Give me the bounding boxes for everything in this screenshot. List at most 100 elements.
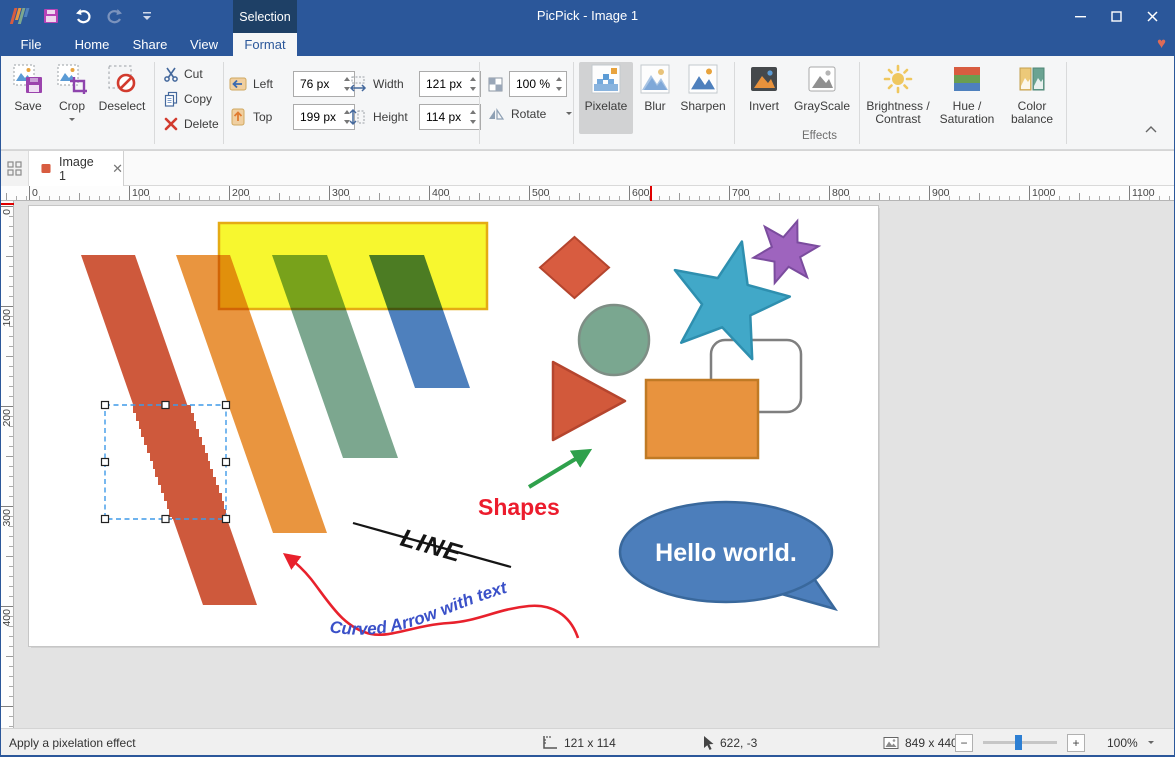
rotate-dropdown-caret[interactable]	[566, 112, 572, 118]
crop-button[interactable]: Crop	[51, 62, 93, 127]
copy-icon	[163, 91, 179, 107]
document-tabbar: Image 1 ✕	[1, 150, 1174, 186]
sharpen-button[interactable]: Sharpen	[677, 62, 729, 134]
line-label: LINE	[397, 524, 465, 568]
pixelate-button[interactable]: Pixelate	[579, 62, 633, 134]
height-spin-down[interactable]	[467, 117, 478, 128]
diamond-shape	[540, 237, 609, 298]
hue-saturation-button[interactable]: Hue / Saturation	[934, 62, 1000, 134]
titlebar: PicPick - Image 1 Selection	[1, 0, 1174, 33]
top-input[interactable]	[294, 105, 338, 129]
copy-label: Copy	[184, 92, 212, 106]
zoom-slider-thumb[interactable]	[1015, 735, 1022, 750]
ribbon-divider	[1066, 62, 1067, 144]
deselect-label: Deselect	[95, 100, 149, 113]
height-spinbox	[419, 104, 481, 130]
tab-close-icon[interactable]: ✕	[112, 161, 123, 177]
scale-spin-up[interactable]	[553, 73, 564, 84]
ribbon-divider	[479, 62, 480, 144]
context-tab-selection: Selection	[233, 0, 297, 33]
selection-size-value: 121 x 114	[564, 736, 616, 750]
menu-file[interactable]: File	[11, 33, 51, 56]
brightness-contrast-label: Brightness / Contrast	[864, 100, 932, 126]
hue-saturation-icon	[934, 62, 1000, 96]
grayscale-button[interactable]: GrayScale	[791, 62, 853, 134]
scale-spin-down[interactable]	[553, 84, 564, 95]
invert-button[interactable]: Invert	[741, 62, 787, 134]
ruler-cursor-marker-y	[1, 203, 14, 205]
top-position-icon	[229, 108, 247, 126]
left-spinbox	[293, 71, 355, 97]
zoom-out-button[interactable]: −	[955, 734, 973, 752]
effects-group-label: Effects	[573, 130, 1066, 142]
cut-label: Cut	[184, 67, 203, 81]
deselect-button[interactable]: Deselect	[95, 62, 149, 113]
blur-icon	[635, 62, 675, 96]
tab-image1[interactable]: Image 1 ✕	[29, 151, 124, 186]
selection-size-icon	[542, 735, 558, 750]
cursor-position-value: 622, -3	[720, 736, 757, 750]
sharpen-icon	[677, 62, 729, 96]
width-input[interactable]	[420, 72, 464, 96]
color-balance-button[interactable]: Color balance	[1004, 62, 1060, 134]
invert-icon	[741, 62, 787, 96]
pixelate-icon	[579, 62, 633, 96]
green-arrow	[529, 452, 587, 487]
yellow-highlight-rect	[219, 223, 487, 309]
grayscale-icon	[791, 62, 853, 96]
heart-icon[interactable]: ♥	[1157, 35, 1166, 52]
rotate-icon	[487, 106, 505, 122]
minimize-button[interactable]	[1062, 0, 1098, 33]
zoom-in-button[interactable]: +	[1067, 734, 1085, 752]
deselect-icon	[95, 62, 149, 96]
crop-dropdown-caret[interactable]	[69, 118, 75, 124]
cut-icon	[163, 66, 179, 82]
invert-label: Invert	[741, 100, 787, 113]
ribbon: Save Crop Deselect	[1, 56, 1174, 150]
close-button[interactable]	[1134, 0, 1170, 33]
left-input[interactable]	[294, 72, 338, 96]
save-label: Save	[7, 100, 49, 113]
left-field-label: Left	[253, 77, 287, 91]
delete-button[interactable]: Delete	[163, 114, 219, 134]
menu-home[interactable]: Home	[69, 33, 115, 56]
shapes-label: Shapes	[478, 494, 560, 520]
menu-view[interactable]: View	[183, 33, 225, 56]
ribbon-divider	[223, 62, 224, 144]
window-layout-icon[interactable]	[1, 151, 29, 186]
zoom-level-value: 100%	[1107, 736, 1138, 750]
zoom-dropdown-caret[interactable]	[1148, 741, 1154, 747]
maximize-button[interactable]	[1098, 0, 1134, 33]
color-balance-icon	[1004, 62, 1060, 96]
copy-button[interactable]: Copy	[163, 89, 212, 109]
brightness-contrast-button[interactable]: Brightness / Contrast	[864, 62, 932, 134]
workspace: 0 100 200 300 400 500 600 700 800 900 10…	[1, 186, 1174, 728]
cursor-position-icon	[701, 735, 714, 751]
width-icon	[349, 75, 367, 93]
rotate-button[interactable]: Rotate	[487, 106, 572, 122]
circle-shape	[579, 305, 649, 375]
width-spin-up[interactable]	[467, 73, 478, 84]
collapse-ribbon-icon[interactable]	[1145, 126, 1157, 133]
save-button[interactable]: Save	[7, 62, 49, 113]
cut-button[interactable]: Cut	[163, 64, 203, 84]
scale-input[interactable]	[510, 72, 550, 96]
menu-format-active[interactable]: Format	[233, 33, 297, 56]
height-input[interactable]	[420, 105, 464, 129]
canvas-viewport: LINE Shapes Curved Arrow with text	[14, 201, 1174, 728]
menu-share[interactable]: Share	[127, 33, 173, 56]
menubar: File Home Share View Format ♥	[1, 33, 1174, 56]
orange-rect-shape	[646, 380, 758, 458]
width-spin-down[interactable]	[467, 84, 478, 95]
zoom-slider[interactable]	[983, 741, 1057, 744]
image-canvas[interactable]: LINE Shapes Curved Arrow with text	[29, 206, 878, 646]
vertical-ruler: 0 100 200 300 400	[1, 201, 14, 728]
blur-button[interactable]: Blur	[635, 62, 675, 134]
width-field-label: Width	[373, 77, 413, 91]
color-balance-label: Color balance	[1004, 100, 1060, 126]
scale-spinbox	[509, 71, 567, 97]
save-icon	[7, 62, 49, 96]
image-size-value: 849 x 440	[905, 736, 958, 750]
hue-saturation-label: Hue / Saturation	[934, 100, 1000, 126]
height-spin-up[interactable]	[467, 106, 478, 117]
